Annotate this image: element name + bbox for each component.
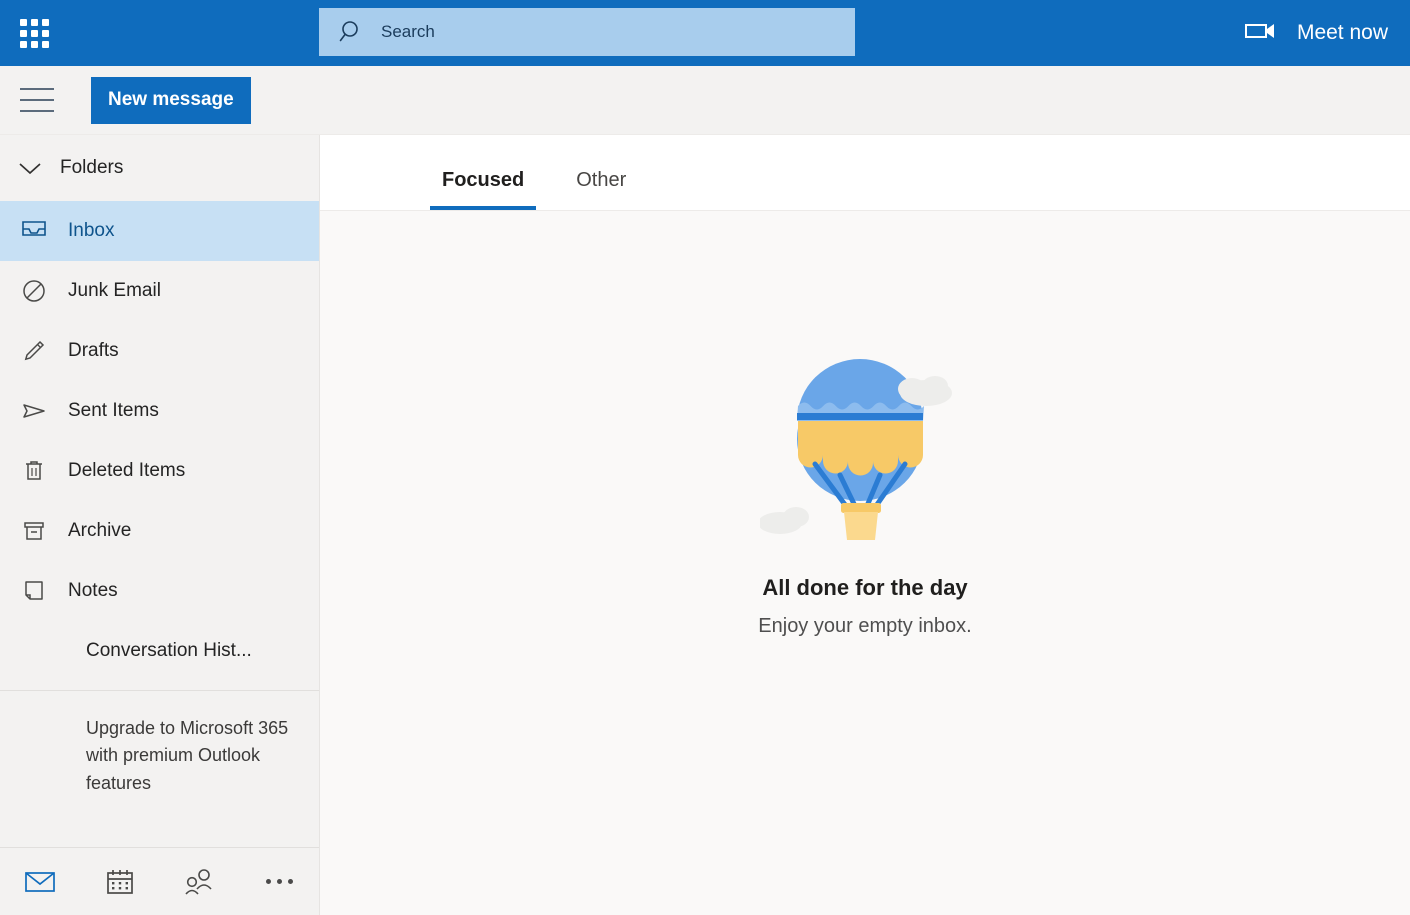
- waffle-grid-icon[interactable]: [11, 10, 57, 56]
- sidebar-item-label: Drafts: [68, 340, 119, 362]
- new-message-button[interactable]: New message: [91, 77, 251, 124]
- calendar-icon[interactable]: [80, 848, 160, 915]
- sidebar-item-deleted-items[interactable]: Deleted Items: [0, 441, 319, 501]
- upgrade-promo[interactable]: Upgrade to Microsoft 365 with premium Ou…: [0, 691, 319, 797]
- meet-now-label: Meet now: [1297, 21, 1388, 45]
- sidebar-item-label: Junk Email: [68, 280, 161, 302]
- sidebar-item-label: Notes: [68, 580, 118, 602]
- search-input[interactable]: Search: [319, 8, 855, 56]
- command-bar: New message: [0, 66, 1410, 135]
- top-app-bar: Search Meet now: [0, 0, 1410, 66]
- sidebar-item-sent-items[interactable]: Sent Items: [0, 381, 319, 441]
- sidebar-item-label: Deleted Items: [68, 460, 185, 482]
- pencil-icon: [0, 337, 68, 365]
- app-body: Folders Inbox Junk Email: [0, 135, 1410, 915]
- sidebar-item-label: Archive: [68, 520, 131, 542]
- hot-air-balloon-illustration: [760, 351, 970, 551]
- video-camera-icon: [1245, 21, 1277, 46]
- empty-state-title: All done for the day: [762, 575, 967, 601]
- empty-state-subtitle: Enjoy your empty inbox.: [758, 615, 971, 638]
- sidebar-item-label: Inbox: [68, 220, 114, 242]
- sidebar-item-label: Conversation Hist...: [86, 640, 252, 662]
- note-icon: [0, 577, 68, 605]
- sidebar-item-notes[interactable]: Notes: [0, 561, 319, 621]
- search-icon: [339, 19, 365, 45]
- meet-now-button[interactable]: Meet now: [1245, 0, 1388, 66]
- focused-other-tabs: Focused Other: [320, 135, 1410, 211]
- folders-label: Folders: [60, 157, 123, 179]
- people-icon[interactable]: [160, 848, 240, 915]
- archive-box-icon: [0, 517, 68, 545]
- sidebar-item-junk-email[interactable]: Junk Email: [0, 261, 319, 321]
- bottom-nav-bar: [0, 847, 319, 915]
- send-arrow-icon: [0, 397, 68, 425]
- tab-other[interactable]: Other: [564, 169, 638, 210]
- search-placeholder: Search: [381, 22, 435, 42]
- folders-header[interactable]: Folders: [0, 135, 319, 201]
- inbox-icon: [0, 218, 68, 244]
- message-list-pane: Focused Other: [320, 135, 1410, 915]
- sidebar-item-archive[interactable]: Archive: [0, 501, 319, 561]
- mail-icon[interactable]: [0, 848, 80, 915]
- hamburger-icon[interactable]: [20, 88, 54, 112]
- sidebar-item-inbox[interactable]: Inbox: [0, 201, 319, 261]
- sidebar-item-conversation-history[interactable]: Conversation Hist...: [0, 621, 319, 681]
- empty-inbox-state: All done for the day Enjoy your empty in…: [320, 211, 1410, 915]
- block-circle-icon: [0, 277, 68, 305]
- chevron-down-icon: [0, 160, 60, 176]
- folder-sidebar: Folders Inbox Junk Email: [0, 135, 320, 915]
- tab-focused[interactable]: Focused: [430, 169, 536, 210]
- sidebar-item-drafts[interactable]: Drafts: [0, 321, 319, 381]
- more-options-icon[interactable]: [239, 848, 319, 915]
- sidebar-item-label: Sent Items: [68, 400, 159, 422]
- trash-icon: [0, 457, 68, 485]
